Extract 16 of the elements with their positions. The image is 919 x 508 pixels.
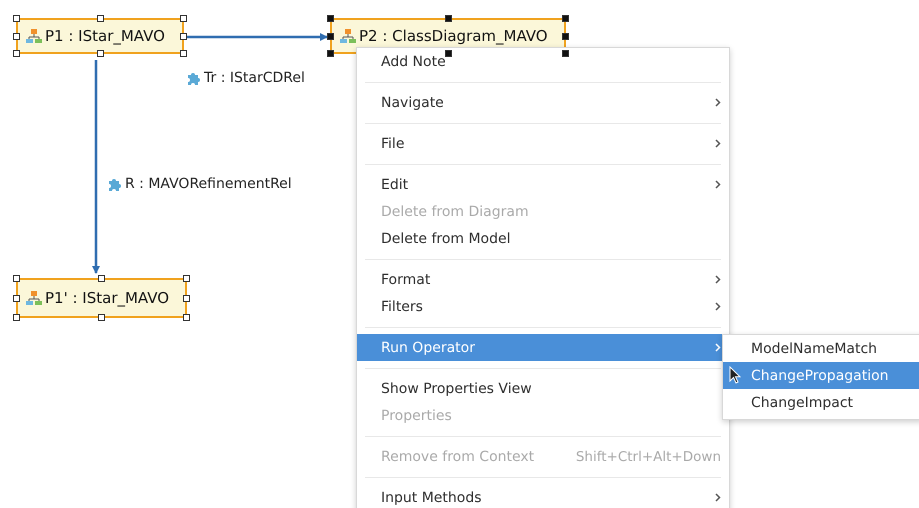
node-label: P1' : IStar_MAVO [45,289,170,307]
node-box[interactable]: P1 : IStar_MAVO [16,18,184,54]
connector-label: Tr : IStarCDRel [204,70,305,86]
menu-item[interactable]: Delete from Model [357,225,729,252]
menu-item[interactable]: Format [357,266,729,293]
node-label: P1 : IStar_MAVO [45,27,165,45]
menu-item[interactable]: Input Methods [357,484,729,508]
menu-item[interactable]: Edit [357,171,729,198]
menu-item[interactable]: ChangeImpact [723,389,919,416]
connector-label: R : MAVORefinementRel [125,176,292,192]
node-box[interactable]: P1' : IStar_MAVO [16,278,187,318]
menu-item[interactable]: File [357,130,729,157]
menu-item[interactable]: Filters [357,293,729,320]
shortcut-label: Shift+Ctrl+Alt+Down [576,448,721,464]
node-label: P2 : ClassDiagram_MAVO [359,27,548,45]
menu-item[interactable]: Navigate [357,89,729,116]
